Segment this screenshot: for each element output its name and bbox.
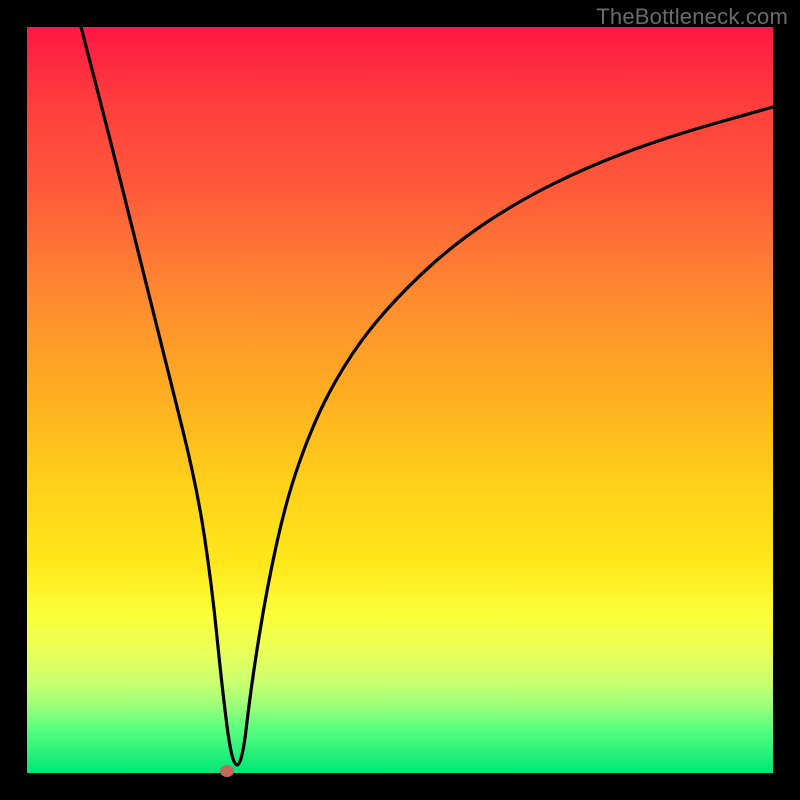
optimal-point-marker — [220, 765, 234, 777]
chart-frame — [27, 27, 773, 773]
bottleneck-curve — [27, 27, 773, 773]
